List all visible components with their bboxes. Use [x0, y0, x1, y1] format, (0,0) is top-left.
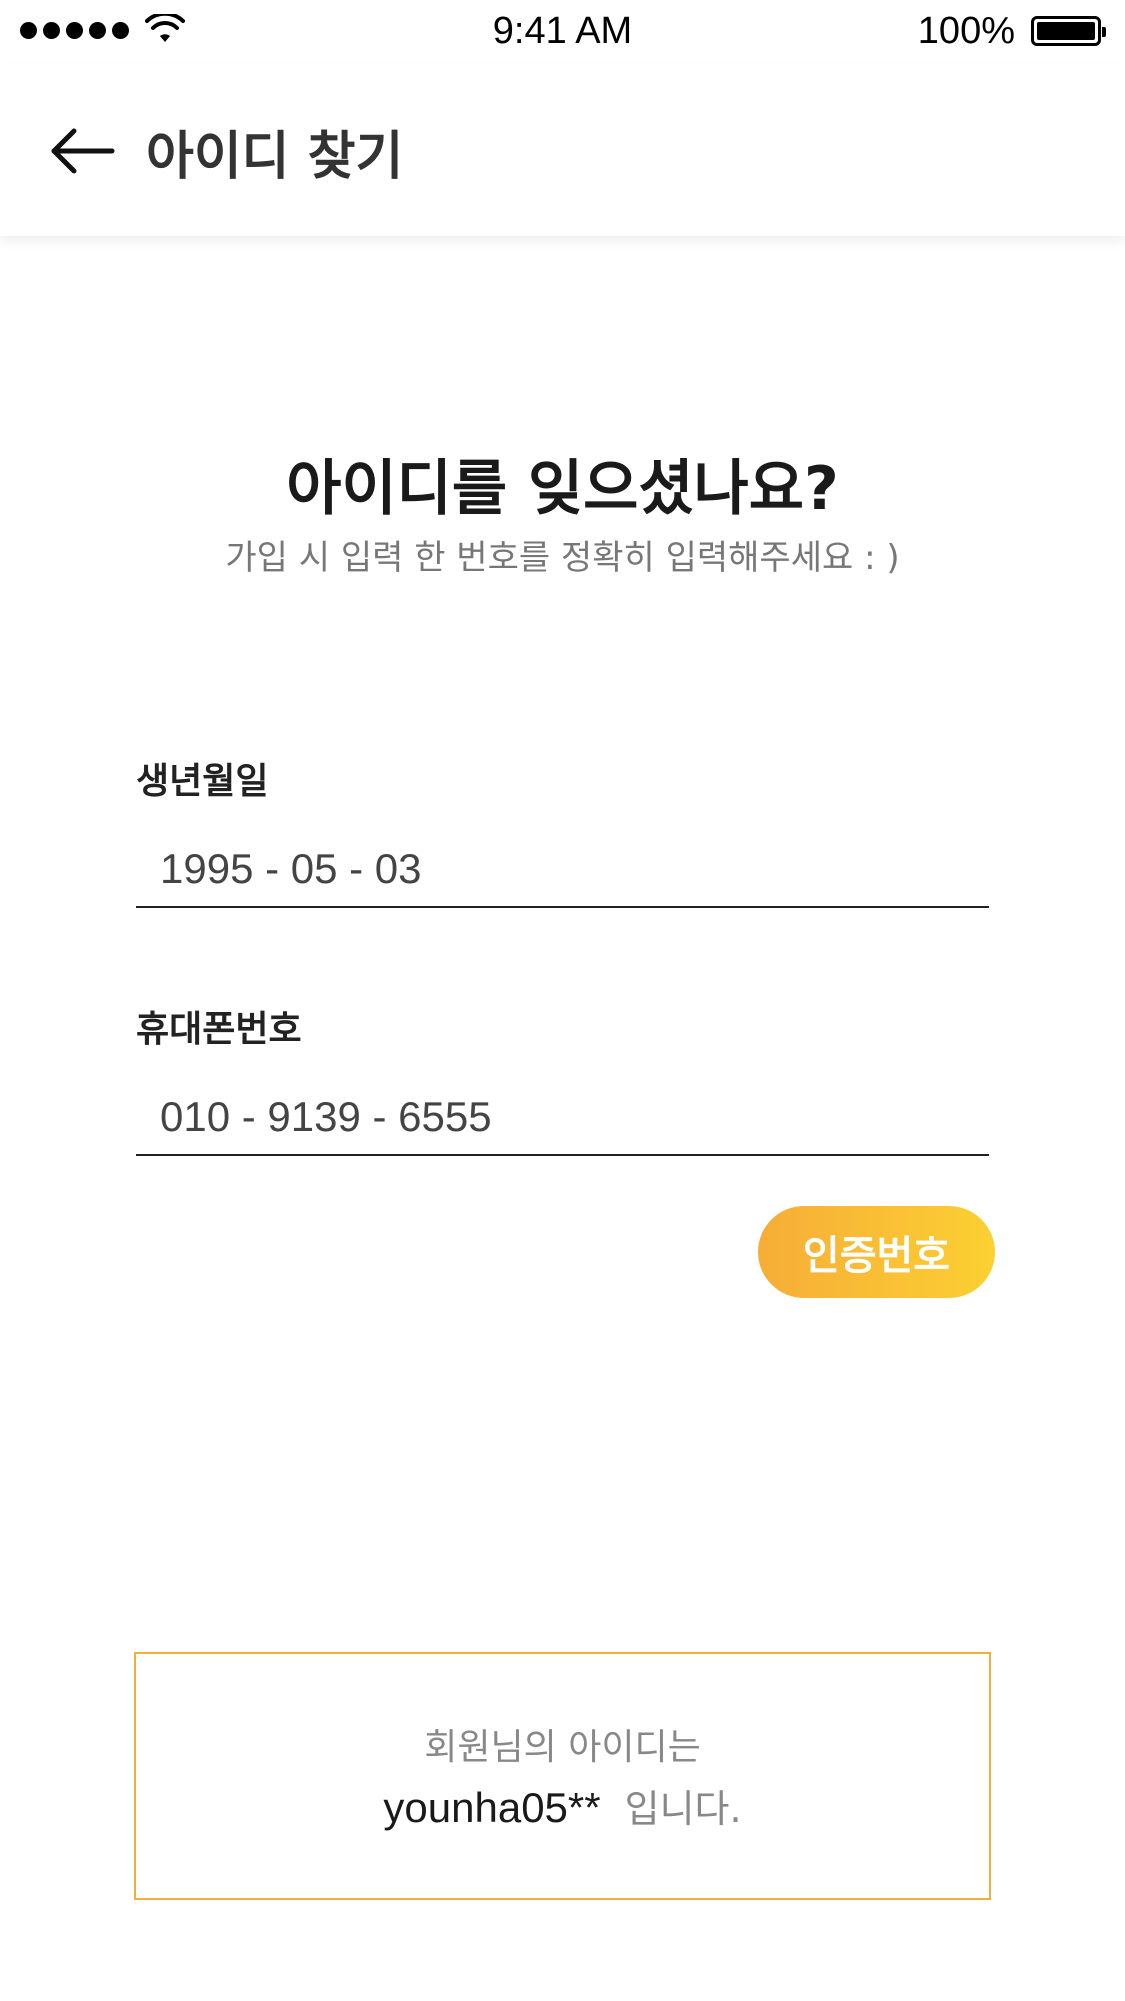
- battery-icon: [1031, 16, 1106, 46]
- phone-input[interactable]: [136, 1080, 989, 1156]
- phone-label: 휴대폰번호: [136, 1009, 302, 1050]
- heading-title: 아이디를 잊으셨나요?: [286, 454, 839, 524]
- heading-subtitle: 가입 시 입력 한 번호를 정확히 입력해주세요 : ): [225, 538, 900, 578]
- battery-percent: 100%: [917, 10, 1015, 52]
- verification-code-button[interactable]: 인증번호: [758, 1206, 995, 1298]
- status-bar: 9:41 AM 100%: [0, 0, 1125, 64]
- result-box: 회원님의 아이디는 younha05** 입니다.: [134, 1652, 991, 1900]
- result-suffix-text: 입니다.: [624, 1787, 742, 1831]
- back-button[interactable]: [48, 116, 118, 186]
- arrow-left-icon: [51, 128, 115, 174]
- result-id-line: younha05** 입니다.: [136, 1778, 989, 1833]
- found-user-id: younha05**: [383, 1784, 601, 1831]
- birthdate-input[interactable]: [136, 832, 989, 908]
- app-bar: 아이디 찾기: [0, 64, 1125, 236]
- result-intro-text: 회원님의 아이디는: [424, 1727, 701, 1768]
- birthdate-label: 생년월일: [136, 761, 269, 802]
- page-title: 아이디 찾기: [146, 127, 404, 187]
